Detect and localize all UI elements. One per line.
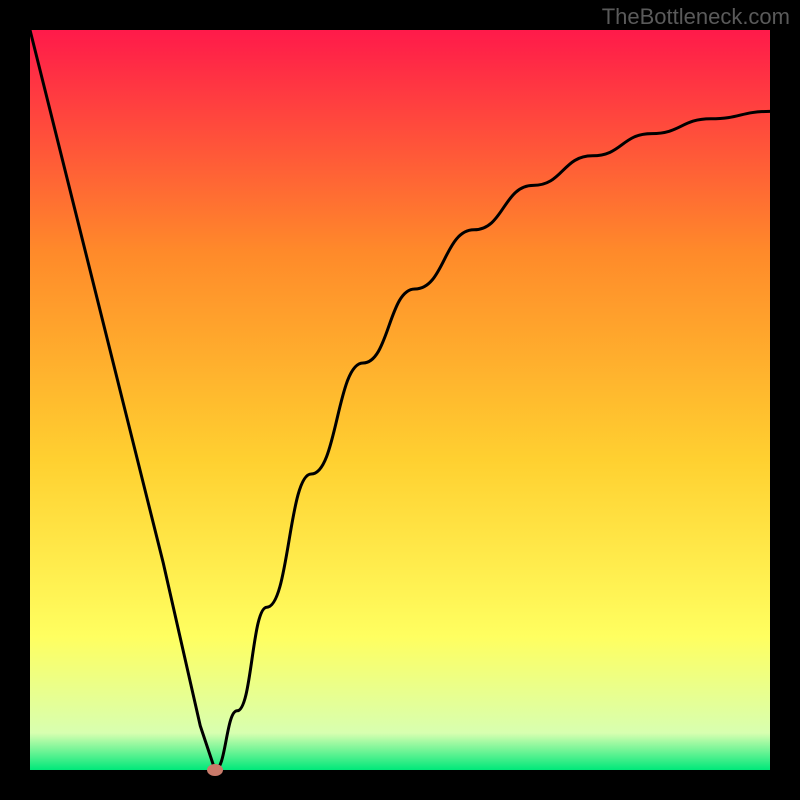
chart-container: TheBottleneck.com — [0, 0, 800, 800]
plot-area — [30, 30, 770, 770]
bottleneck-curve — [30, 30, 770, 770]
optimal-point-marker — [207, 764, 223, 776]
watermark-text: TheBottleneck.com — [602, 4, 790, 30]
